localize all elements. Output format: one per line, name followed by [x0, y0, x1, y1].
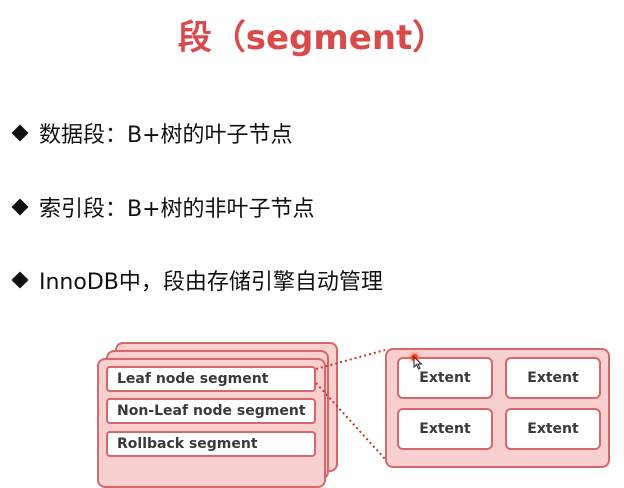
bullet-innodb-management: InnoDB中，段由存储引擎自动管理	[10, 262, 383, 298]
bullet-text: 数据段：B+树的叶子节点	[39, 123, 293, 148]
bullet-index-segment: 索引段：B+树的非叶子节点	[10, 189, 315, 225]
mouse-cursor-icon	[413, 356, 423, 370]
rollback-segment-box: Rollback segment	[106, 431, 316, 457]
diamond-bullet-icon	[11, 198, 29, 216]
diamond-bullet-icon	[11, 271, 29, 289]
diamond-bullet-icon	[11, 124, 29, 142]
bullet-data-segment: 数据段：B+树的叶子节点	[10, 115, 293, 151]
extent-box: Extent	[505, 357, 601, 399]
bullet-text: InnoDB中，段由存储引擎自动管理	[39, 270, 383, 295]
bullet-text: 索引段：B+树的非叶子节点	[39, 197, 315, 222]
non-leaf-node-segment-box: Non-Leaf node segment	[106, 398, 316, 424]
extent-box: Extent	[397, 357, 493, 399]
extent-box: Extent	[505, 408, 601, 450]
extent-box: Extent	[397, 408, 493, 450]
slide-title: 段（segment）	[177, 18, 447, 58]
leaf-node-segment-box: Leaf node segment	[106, 366, 316, 392]
